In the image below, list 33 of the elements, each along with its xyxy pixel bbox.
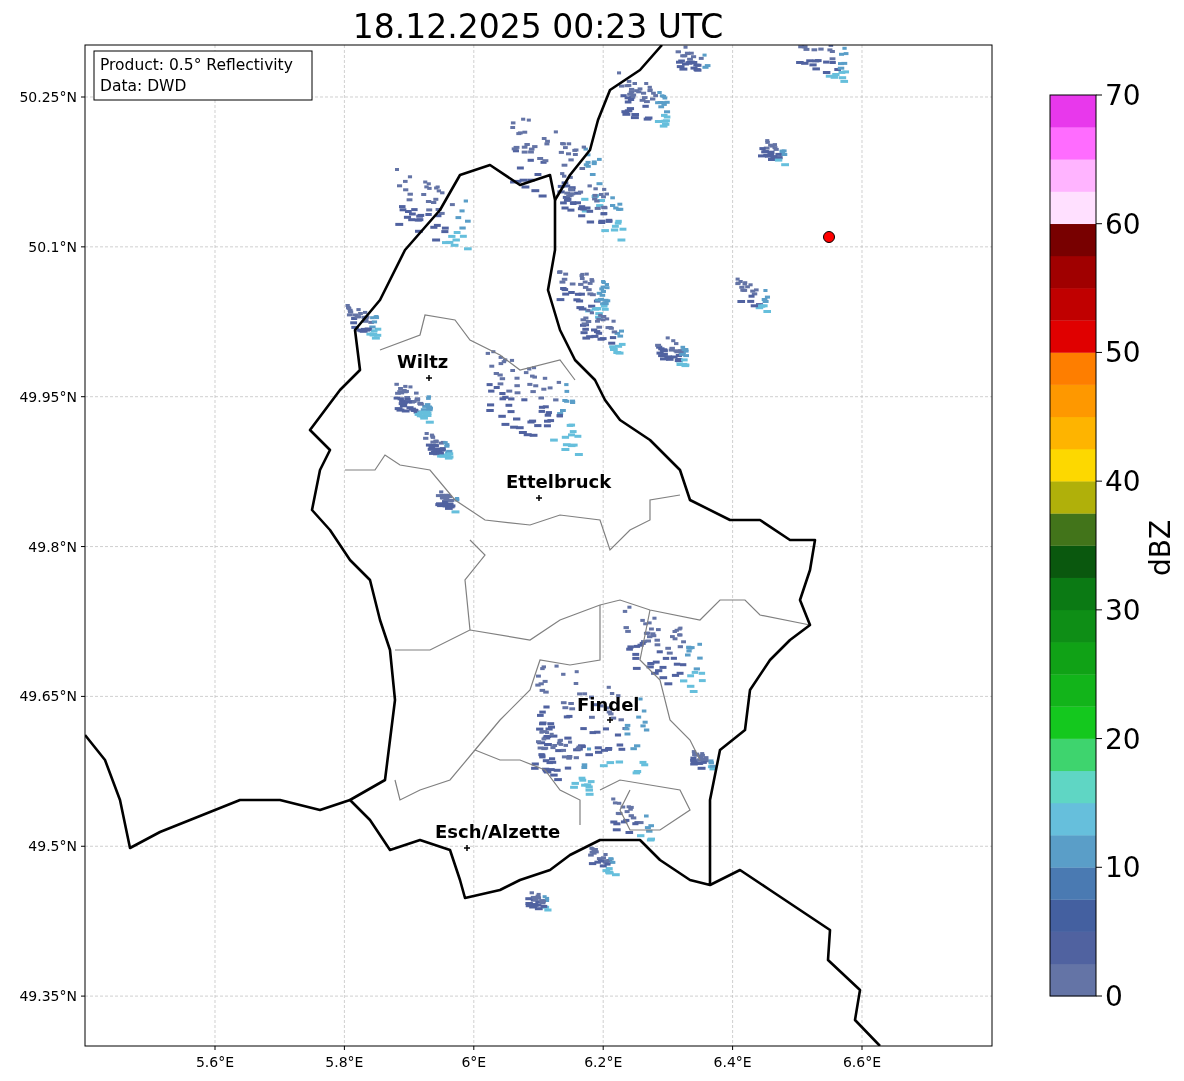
plus-marker-icon <box>463 844 471 852</box>
info-text: Product: 0.5° Reflectivity <box>100 56 293 74</box>
city-label: Findel <box>577 694 640 715</box>
axis-tick-label: 6.2°E <box>584 1054 623 1070</box>
axis-tick-label: 49.5°N <box>28 838 77 855</box>
plus-marker-icon <box>425 374 433 382</box>
city-label: Ettelbruck <box>506 471 612 492</box>
chart-title: 18.12.2025 00:23 UTC <box>352 7 724 46</box>
colorbar-tick-label: 10 <box>1105 851 1141 885</box>
axis-tick-label: 6.4°E <box>713 1054 752 1070</box>
axis-tick-label: 50.1°N <box>28 238 77 255</box>
info-text: Data: DWD <box>100 77 187 95</box>
axis-tick-label: 5.8°E <box>325 1054 364 1070</box>
colorbar-tick-label: 0 <box>1105 980 1123 1013</box>
colorbar-tick-label: 70 <box>1105 79 1141 112</box>
city-label: Esch/Alzette <box>435 821 561 842</box>
colorbar-tick-label: 30 <box>1105 593 1141 627</box>
plus-marker-icon <box>606 716 614 724</box>
axis-tick-label: 6°E <box>461 1054 487 1070</box>
colorbar-label: dBZ <box>1144 519 1177 577</box>
colorbar-tick-label: 60 <box>1105 207 1141 241</box>
axis-tick-label: 6.6°E <box>842 1054 882 1070</box>
city-label: Wiltz <box>397 351 449 372</box>
colorbar-tick-label: 50 <box>1105 336 1141 370</box>
axis-tick-label: 49.65°N <box>19 688 77 705</box>
axis-tick-label: 49.35°N <box>19 988 77 1005</box>
axis-tick-label: 49.95°N <box>19 388 77 405</box>
axis-tick-label: 5.6°E <box>195 1054 235 1070</box>
axis-tick-label: 49.8°N <box>28 538 77 555</box>
colorbar-tick-label: 20 <box>1105 722 1141 756</box>
plus-marker-icon <box>535 494 543 502</box>
colorbar-tick-label: 40 <box>1105 465 1141 499</box>
axis-tick-label: 50.25°N <box>19 89 77 105</box>
